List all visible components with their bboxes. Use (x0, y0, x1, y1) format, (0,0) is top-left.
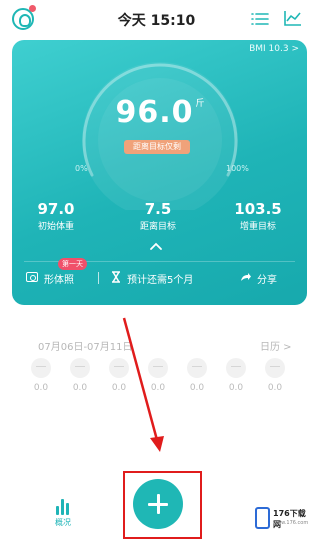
stat-value: 7.5 (144, 200, 172, 218)
stat-label: 初始体重 (37, 222, 74, 232)
current-weight: 96.0 斤 (12, 95, 307, 130)
estimate-text: 预计还需5个月 (127, 275, 194, 286)
gauge-min-label: 0% (75, 164, 88, 173)
separator (98, 272, 99, 284)
stat-label: 增重目标 (239, 222, 276, 232)
share-button[interactable]: 分享 (257, 271, 277, 286)
body-photo-button[interactable]: 形体照 (44, 271, 74, 286)
stat-value: 97.0 (37, 200, 75, 218)
add-record-button[interactable] (133, 479, 183, 529)
chevron-up-icon[interactable] (150, 242, 162, 250)
watermark-logo-icon (255, 507, 270, 529)
day-value: 0.0 (33, 383, 49, 393)
stat-label: 距离目标 (139, 222, 176, 232)
daily-records: 0.0 0.0 0.0 0.0 0.0 0.0 0.0 (26, 358, 296, 398)
day-record[interactable]: 0.0 (260, 358, 290, 393)
day-badge: 第一天 (58, 258, 87, 270)
day-record[interactable]: 0.0 (182, 358, 212, 393)
day-record[interactable]: 0.0 (26, 358, 56, 393)
face-icon (31, 358, 51, 378)
list-icon[interactable] (251, 12, 269, 26)
camera-icon (26, 272, 38, 282)
face-icon (109, 358, 129, 378)
day-value: 0.0 (72, 383, 88, 393)
bar-chart-icon (54, 497, 72, 515)
hourglass-icon (112, 271, 120, 283)
gauge-max-label: 100% (226, 164, 249, 173)
face-icon (265, 358, 285, 378)
status-chip: 距离目标仅剩 (124, 140, 190, 154)
weight-unit: 斤 (195, 99, 206, 109)
weight-gauge (82, 62, 238, 210)
weight-card: BMI 10.3 > 96.0 斤 距离目标仅剩 0% 100% 97.0 初始体… (12, 40, 307, 305)
tab-overview[interactable]: 概况 (48, 497, 78, 528)
face-icon (148, 358, 168, 378)
day-value: 0.0 (189, 383, 205, 393)
bmi-link[interactable]: BMI 10.3 > (249, 44, 299, 54)
weight-stats: 97.0 初始体重 7.5 距离目标 103.5 增重目标 (12, 200, 307, 240)
top-bar: 今天 15:10 (0, 0, 313, 38)
watermark-text: 176下载网 (273, 509, 306, 529)
day-record[interactable]: 0.0 (104, 358, 134, 393)
stat-distance-to-goal: 7.5 距离目标 (118, 200, 198, 232)
day-record[interactable]: 0.0 (221, 358, 251, 393)
share-icon[interactable] (240, 272, 252, 282)
date-range: 07月06日-07月11日 (38, 342, 133, 353)
face-icon (187, 358, 207, 378)
site-watermark: 176下载网 www.176.com (255, 505, 311, 535)
day-record[interactable]: 0.0 (65, 358, 95, 393)
day-value: 0.0 (228, 383, 244, 393)
day-value: 0.0 (111, 383, 127, 393)
day-value: 0.0 (267, 383, 283, 393)
day-value: 0.0 (150, 383, 166, 393)
card-actions: 形体照 第一天 预计还需5个月 分享 (12, 258, 307, 292)
watermark-sub: www.176.com (273, 520, 309, 526)
weight-value: 96.0 (115, 95, 194, 130)
face-icon (226, 358, 246, 378)
stat-gain-goal: 103.5 增重目标 (218, 200, 298, 232)
calendar-link[interactable]: 日历 > (260, 338, 292, 353)
trend-chart-icon[interactable] (284, 10, 302, 26)
face-icon (70, 358, 90, 378)
tab-label: 概况 (55, 518, 71, 527)
stat-value: 103.5 (234, 200, 282, 218)
stat-initial-weight: 97.0 初始体重 (16, 200, 96, 232)
day-record[interactable]: 0.0 (143, 358, 173, 393)
